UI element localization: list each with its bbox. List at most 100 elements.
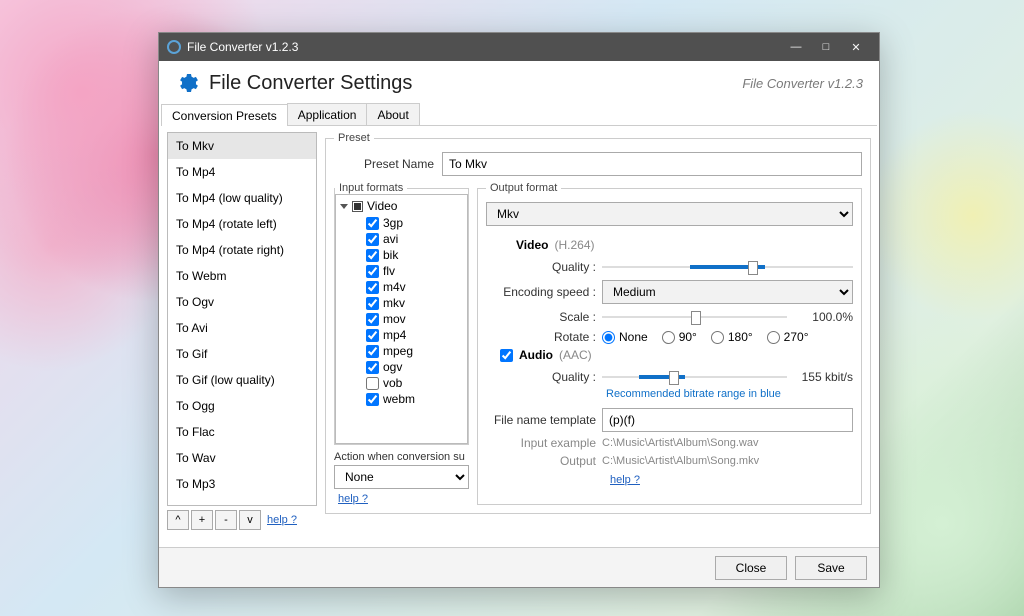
rotate-none[interactable]: None (602, 330, 648, 344)
format-checkbox[interactable] (366, 313, 379, 326)
list-item[interactable]: To Mp4 (168, 159, 316, 185)
format-checkbox[interactable] (366, 345, 379, 358)
rotate-180[interactable]: 180° (711, 330, 753, 344)
bitrate-recommendation: Recommended bitrate range in blue (606, 388, 853, 400)
preset-fieldset: Preset Preset Name Input formats (325, 132, 871, 514)
encoding-speed-select[interactable]: Medium (602, 280, 853, 304)
scale-value: 100.0% (793, 310, 853, 324)
format-checkbox[interactable] (366, 393, 379, 406)
rotate-90[interactable]: 90° (662, 330, 697, 344)
app-icon (167, 40, 181, 54)
format-item[interactable]: mov (366, 311, 463, 327)
minimize-button[interactable]: — (781, 41, 811, 53)
list-item[interactable]: To Aac (168, 497, 316, 506)
tab-about[interactable]: About (366, 103, 419, 125)
list-item[interactable]: To Mp4 (rotate right) (168, 237, 316, 263)
preset-name-label: Preset Name (334, 157, 434, 171)
format-checkbox[interactable] (366, 361, 379, 374)
format-checkbox[interactable] (366, 329, 379, 342)
action-label: Action when conversion su (334, 451, 469, 463)
list-item[interactable]: To Mp3 (168, 471, 316, 497)
titlebar: File Converter v1.2.3 — □ ✕ (159, 33, 879, 61)
filename-help-link[interactable]: help ? (610, 474, 640, 486)
format-item[interactable]: mp4 (366, 327, 463, 343)
action-select[interactable]: None (334, 465, 469, 489)
format-checkbox[interactable] (366, 377, 379, 390)
video-quality-slider[interactable] (602, 258, 853, 276)
close-button[interactable]: Close (715, 556, 787, 580)
format-checkbox[interactable] (366, 265, 379, 278)
video-section-header: Video (516, 238, 548, 252)
add-preset-button[interactable]: + (191, 510, 213, 530)
remove-preset-button[interactable]: - (215, 510, 237, 530)
rotate-radios: None 90° 180° 270° (602, 330, 809, 344)
rotate-270[interactable]: 270° (767, 330, 809, 344)
output-format-legend: Output format (486, 182, 561, 194)
format-item[interactable]: avi (366, 231, 463, 247)
filename-template-input[interactable] (602, 408, 853, 432)
list-item[interactable]: To Mp4 (rotate left) (168, 211, 316, 237)
video-quality-label: Quality : (486, 260, 596, 274)
audio-section-header: Audio (519, 348, 553, 362)
window-title: File Converter v1.2.3 (187, 40, 298, 54)
list-item[interactable]: To Gif (168, 341, 316, 367)
tab-conversion-presets[interactable]: Conversion Presets (161, 104, 288, 126)
output-example-value: C:\Music\Artist\Album\Song.mkv (602, 455, 759, 467)
list-item[interactable]: To Mp4 (low quality) (168, 185, 316, 211)
input-example-value: C:\Music\Artist\Album\Song.wav (602, 437, 759, 449)
format-item[interactable]: ogv (366, 359, 463, 375)
format-item[interactable]: flv (366, 263, 463, 279)
format-checkbox[interactable] (366, 233, 379, 246)
format-item[interactable]: vob (366, 375, 463, 391)
format-checkbox[interactable] (366, 249, 379, 262)
action-help-link[interactable]: help ? (338, 493, 469, 505)
close-window-button[interactable]: ✕ (841, 41, 871, 54)
list-item[interactable]: To Ogv (168, 289, 316, 315)
input-formats-legend: Input formats (335, 182, 407, 194)
move-down-button[interactable]: v (239, 510, 261, 530)
list-item[interactable]: To Wav (168, 445, 316, 471)
tabs: Conversion Presets Application About (161, 103, 877, 126)
format-item[interactable]: mkv (366, 295, 463, 311)
output-example-label: Output (486, 454, 596, 468)
audio-quality-label: Quality : (486, 370, 596, 384)
format-checkbox[interactable] (366, 297, 379, 310)
format-item[interactable]: 3gp (366, 215, 463, 231)
format-item[interactable]: m4v (366, 279, 463, 295)
format-checkbox[interactable] (366, 281, 379, 294)
list-item[interactable]: To Avi (168, 315, 316, 341)
format-item[interactable]: bik (366, 247, 463, 263)
page-title: File Converter Settings (209, 72, 412, 95)
audio-enabled-checkbox[interactable] (500, 349, 513, 362)
save-button[interactable]: Save (795, 556, 867, 580)
rotate-label: Rotate : (486, 330, 596, 344)
list-item[interactable]: To Flac (168, 419, 316, 445)
preset-name-input[interactable] (442, 152, 862, 176)
header: File Converter Settings File Converter v… (159, 61, 879, 103)
move-up-button[interactable]: ^ (167, 510, 189, 530)
list-item[interactable]: To Mkv (168, 133, 316, 159)
output-format-select[interactable]: Mkv (486, 202, 853, 226)
format-checkbox[interactable] (366, 217, 379, 230)
preset-help-link[interactable]: help ? (267, 514, 297, 526)
scale-slider[interactable] (602, 308, 787, 326)
audio-quality-slider[interactable] (602, 368, 787, 386)
version-label: File Converter v1.2.3 (742, 76, 863, 91)
video-codec-label: (H.264) (554, 238, 594, 252)
maximize-button[interactable]: □ (811, 41, 841, 53)
list-item[interactable]: To Ogg (168, 393, 316, 419)
format-item[interactable]: webm (366, 391, 463, 407)
scale-label: Scale : (486, 310, 596, 324)
input-formats-list[interactable]: Video 3gpavibikflvm4vmkvmovmp4mpegogvvob… (335, 194, 468, 444)
list-item[interactable]: To Gif (low quality) (168, 367, 316, 393)
format-item[interactable]: mpeg (366, 343, 463, 359)
tab-application[interactable]: Application (287, 103, 368, 125)
input-example-label: Input example (486, 436, 596, 450)
expand-icon[interactable] (340, 204, 348, 209)
preset-legend: Preset (334, 132, 374, 144)
video-group-node[interactable]: Video (340, 199, 463, 213)
list-item[interactable]: To Webm (168, 263, 316, 289)
video-group-checkbox[interactable] (352, 201, 363, 212)
app-window: File Converter v1.2.3 — □ ✕ File Convert… (158, 32, 880, 588)
preset-list[interactable]: To MkvTo Mp4To Mp4 (low quality)To Mp4 (… (167, 132, 317, 506)
